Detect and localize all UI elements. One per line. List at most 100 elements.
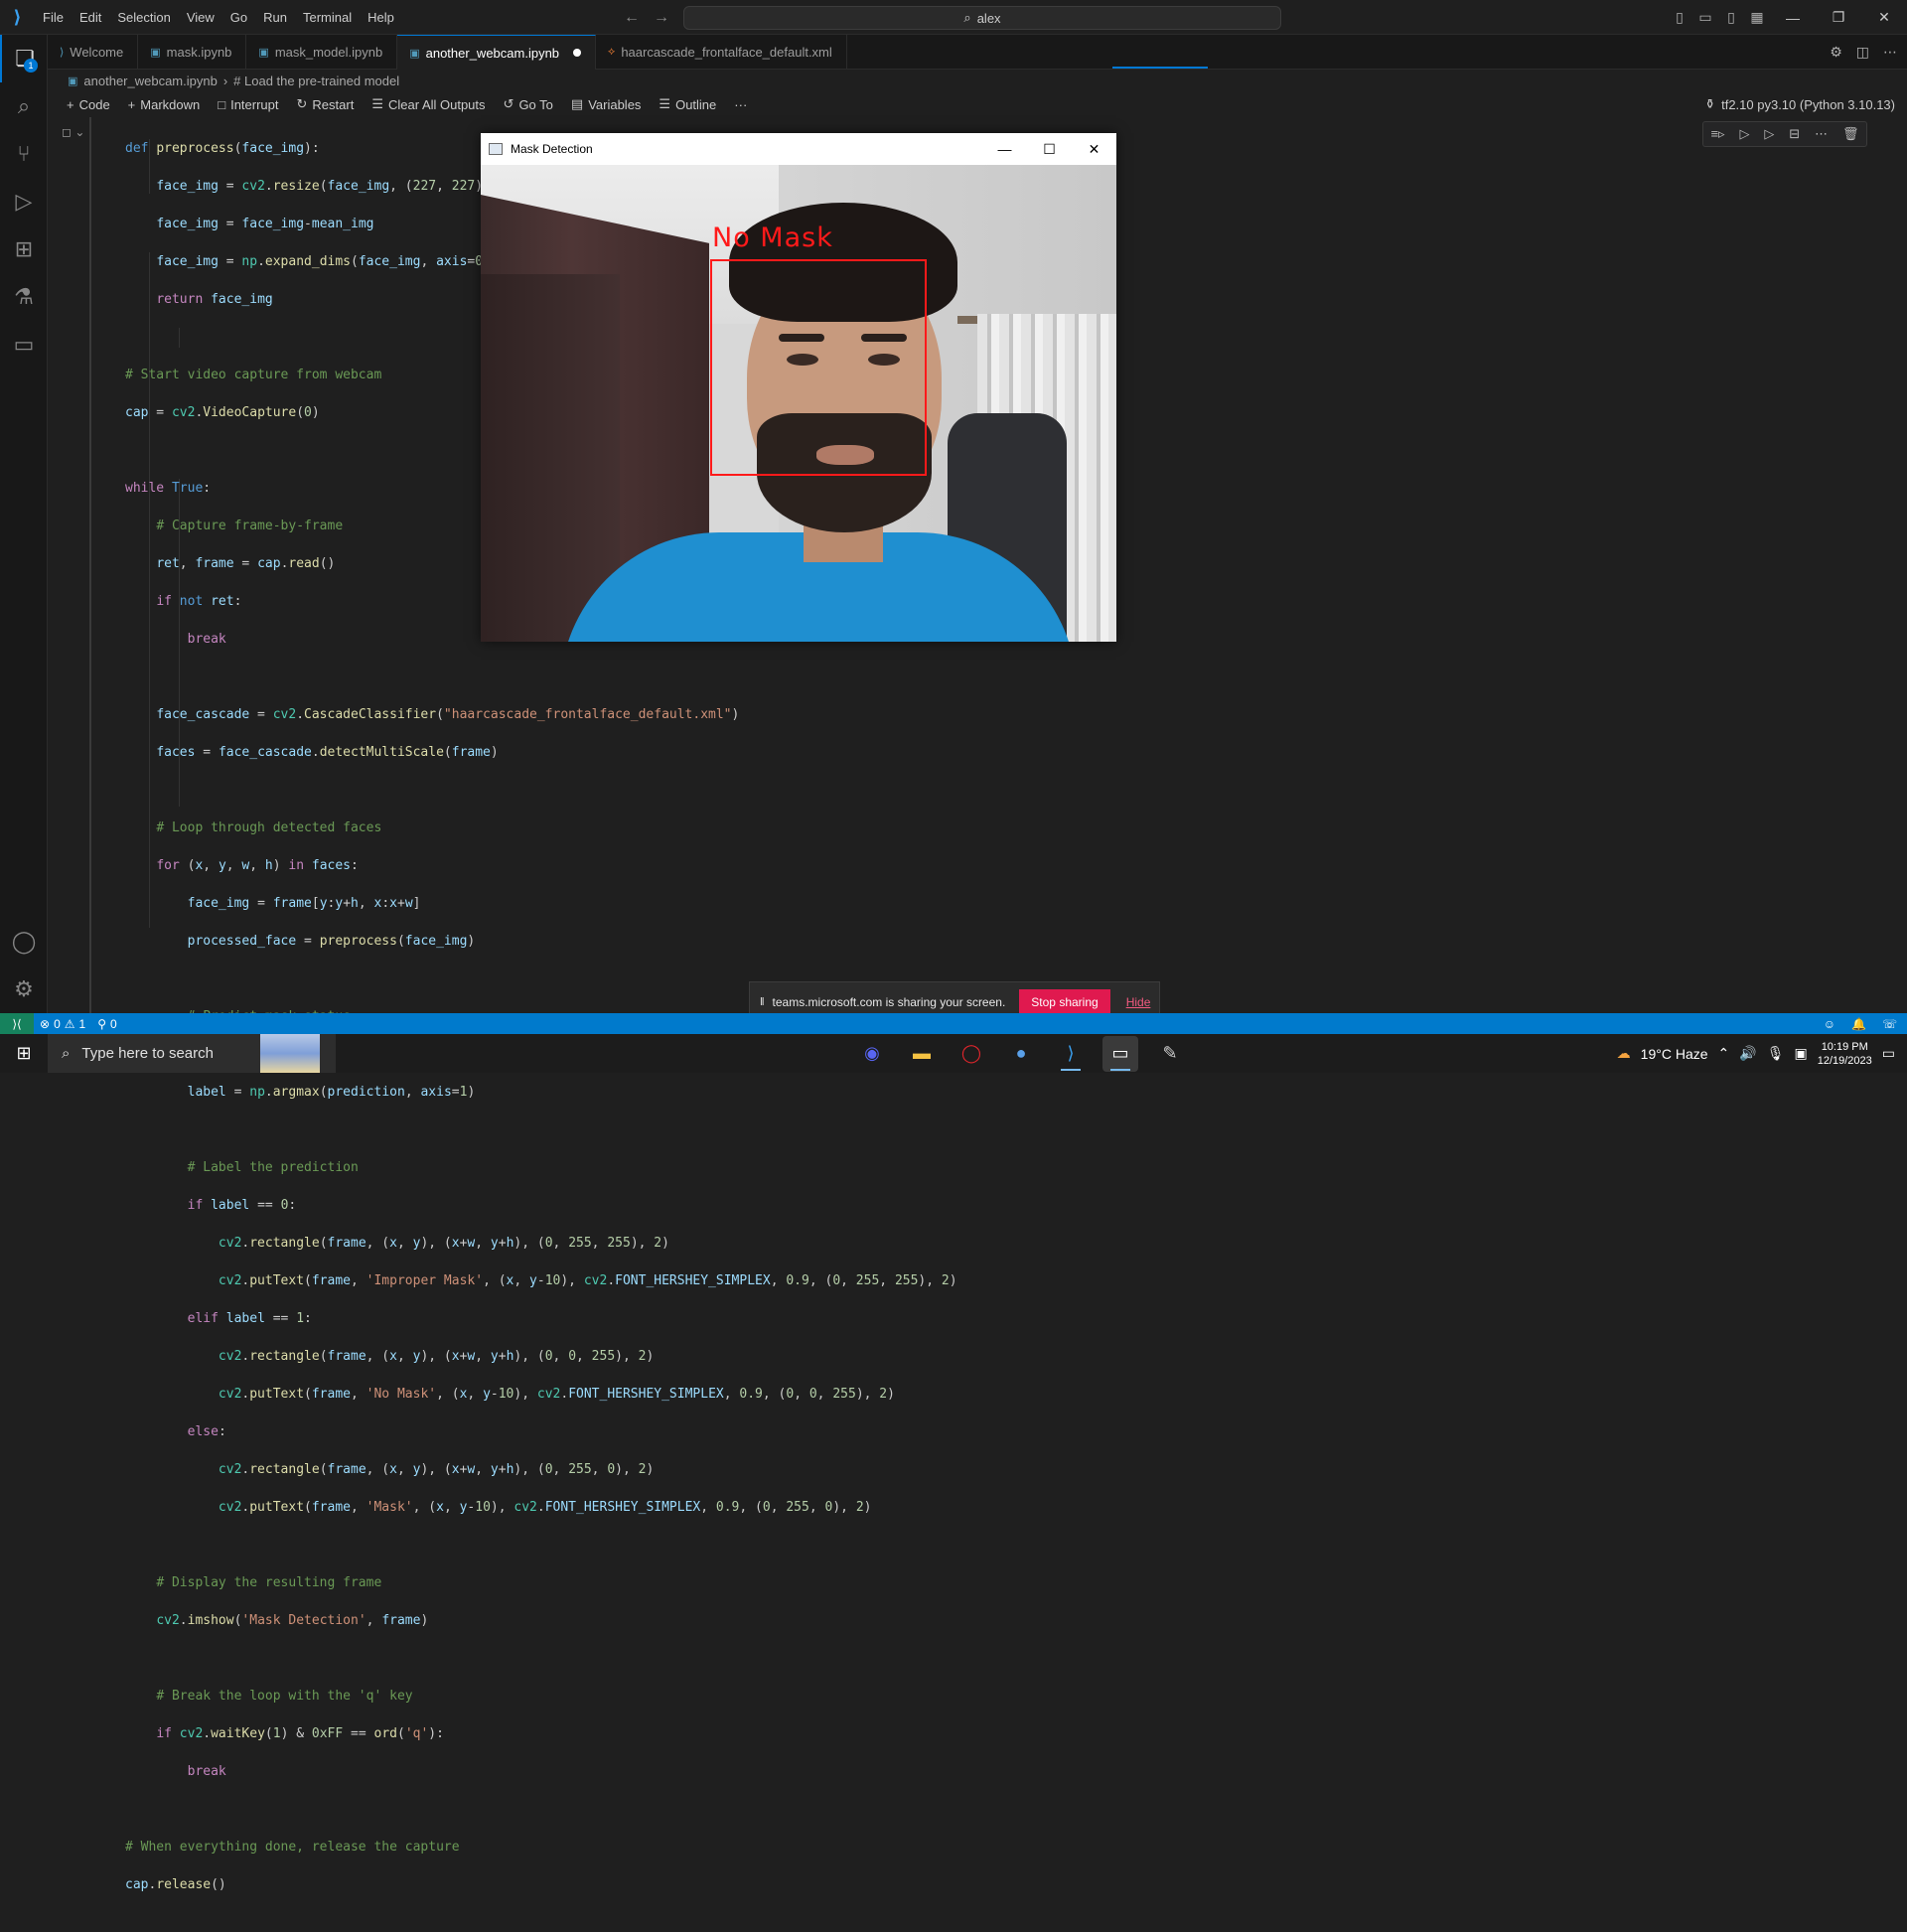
kernel-label: tf2.10 py3.10 (Python 3.10.13) bbox=[1721, 96, 1895, 112]
vscode-icon: ⟩ bbox=[60, 47, 65, 59]
tab-mask-model-ipynb[interactable]: ▣ mask_model.ipynb bbox=[246, 35, 398, 70]
taskbar-search[interactable]: ⌕ Type here to search bbox=[48, 1034, 336, 1073]
customize-layout-icon[interactable]: ▦ bbox=[1744, 0, 1770, 35]
restart-button[interactable]: ↻ Restart bbox=[288, 96, 364, 112]
tab-another-webcam-ipynb[interactable]: ▣ another_webcam.ipynb bbox=[397, 35, 597, 70]
toggle-primary-sidebar-icon[interactable]: ▯ bbox=[1667, 0, 1692, 35]
notification-center-icon[interactable]: ▭ bbox=[1882, 1045, 1895, 1062]
cell-focus-border bbox=[89, 117, 91, 1013]
menu-help[interactable]: Help bbox=[360, 0, 402, 35]
activity-bar-bottom: ◯ ⚙ bbox=[0, 918, 48, 1013]
kernel-picker[interactable]: ⚱ tf2.10 py3.10 (Python 3.10.13) bbox=[1704, 91, 1895, 117]
more-toolbar-button[interactable]: ··· bbox=[725, 97, 756, 112]
forward-arrow-icon[interactable]: → bbox=[654, 9, 669, 27]
interrupt-button[interactable]: □ Interrupt bbox=[209, 97, 287, 112]
weather-text[interactable]: 19°C Haze bbox=[1641, 1046, 1708, 1062]
breadcrumb-file[interactable]: another_webcam.ipynb bbox=[83, 74, 217, 88]
tab-mask-ipynb[interactable]: ▣ mask.ipynb bbox=[138, 35, 247, 70]
volume-icon[interactable]: 🔊 bbox=[1739, 1045, 1756, 1062]
search-view-icon[interactable]: ⌕ bbox=[0, 82, 48, 130]
clock-date: 12/19/2023 bbox=[1817, 1054, 1872, 1067]
menu-selection[interactable]: Selection bbox=[109, 0, 178, 35]
menu-file[interactable]: File bbox=[35, 0, 72, 35]
cell-toolbar: ≡▹ ▷ ▷ ⊟ ⋯ 🗑 bbox=[1702, 121, 1867, 147]
execute-below-icon[interactable]: ▷ bbox=[1764, 126, 1774, 142]
nav-arrows: ← → bbox=[624, 0, 669, 35]
close-window-icon[interactable]: ✕ bbox=[1861, 0, 1907, 35]
gear-icon[interactable]: ⚙ bbox=[1830, 44, 1842, 61]
menu-go[interactable]: Go bbox=[222, 0, 255, 35]
explorer-icon[interactable]: ❏ 1 bbox=[0, 35, 48, 82]
ports-indicator[interactable]: ⚲ 0 bbox=[91, 1017, 122, 1031]
more-actions-icon[interactable]: ⋯ bbox=[1883, 44, 1897, 61]
extensions-icon[interactable]: ⊞ bbox=[0, 225, 48, 273]
variables-button[interactable]: ▤ Variables bbox=[562, 96, 651, 112]
weather-icon[interactable]: ☁ bbox=[1617, 1045, 1631, 1062]
menu-terminal[interactable]: Terminal bbox=[295, 0, 360, 35]
breadcrumb: ▣ another_webcam.ipynb › # Load the pre-… bbox=[48, 70, 399, 91]
menu-edit[interactable]: Edit bbox=[72, 0, 109, 35]
go-to-button[interactable]: ↺ Go To bbox=[495, 96, 562, 112]
problems-indicator[interactable]: ⊗ 0 ⚠ 1 bbox=[34, 1017, 91, 1031]
menu-run[interactable]: Run bbox=[255, 0, 295, 35]
add-markdown-cell-button[interactable]: + Markdown bbox=[119, 97, 210, 112]
popup-minimize-icon[interactable]: — bbox=[982, 133, 1027, 165]
opera-icon[interactable]: ◯ bbox=[954, 1036, 989, 1072]
remote-explorer-icon[interactable]: ▭ bbox=[0, 321, 48, 369]
restart-label: Restart bbox=[312, 96, 355, 112]
split-cell-icon[interactable]: ⊟ bbox=[1789, 126, 1800, 142]
chevron-up-icon[interactable]: ⌃ bbox=[1718, 1045, 1730, 1062]
tab-welcome[interactable]: ⟩ Welcome bbox=[48, 35, 139, 70]
execute-above-icon[interactable]: ▷ bbox=[1739, 126, 1749, 142]
split-editor-icon[interactable]: ◫ bbox=[1856, 44, 1869, 61]
delete-cell-icon[interactable]: 🗑 bbox=[1842, 126, 1859, 142]
accounts-icon[interactable]: ◯ bbox=[0, 918, 48, 966]
breadcrumb-section[interactable]: # Load the pre-trained model bbox=[233, 74, 399, 88]
file-explorer-icon[interactable]: ▬ bbox=[904, 1036, 940, 1072]
outline-button[interactable]: ☰ Outline bbox=[650, 96, 725, 112]
stop-sharing-button[interactable]: Stop sharing bbox=[1019, 989, 1110, 1015]
network-icon[interactable]: ▣ bbox=[1794, 1045, 1807, 1062]
tab-label: Welcome bbox=[70, 45, 124, 60]
chevron-down-icon[interactable]: ⌄ bbox=[74, 125, 84, 139]
copilot-icon[interactable]: ☺ bbox=[1824, 1017, 1835, 1031]
hide-link[interactable]: Hide bbox=[1126, 995, 1151, 1009]
windows-start-icon[interactable]: ⊞ bbox=[0, 1034, 48, 1073]
python-window-icon[interactable]: ▭ bbox=[1102, 1035, 1138, 1072]
menu-view[interactable]: View bbox=[179, 0, 222, 35]
command-center-search[interactable]: ⌕ alex bbox=[683, 6, 1281, 30]
tab-haarcascade-xml[interactable]: ⟡ haarcascade_frontalface_default.xml bbox=[596, 35, 847, 70]
popup-close-icon[interactable]: ✕ bbox=[1072, 133, 1116, 165]
popup-maximize-icon[interactable]: ☐ bbox=[1027, 133, 1072, 165]
plus-icon: + bbox=[67, 96, 74, 112]
bell-icon[interactable]: 🔔 bbox=[1851, 1017, 1866, 1031]
cell-collapse-square-icon[interactable]: ◻ bbox=[62, 125, 72, 139]
unsaved-dot-icon[interactable] bbox=[573, 49, 582, 57]
source-control-icon[interactable]: ⑂ bbox=[0, 130, 48, 178]
more-cell-actions-icon[interactable]: ⋯ bbox=[1815, 126, 1828, 142]
warning-count: 1 bbox=[78, 1016, 86, 1031]
add-code-cell-button[interactable]: + Code bbox=[58, 97, 119, 112]
remote-indicator-icon[interactable]: ⟩⟨ bbox=[0, 1013, 34, 1034]
clear-outputs-button[interactable]: ☰ Clear All Outputs bbox=[363, 96, 494, 112]
restore-window-icon[interactable]: ❐ bbox=[1816, 0, 1861, 35]
toggle-panel-icon[interactable]: ▭ bbox=[1692, 0, 1718, 35]
drag-handle-icon[interactable]: ‖ bbox=[760, 996, 765, 1008]
back-arrow-icon[interactable]: ← bbox=[624, 9, 640, 27]
toggle-secondary-sidebar-icon[interactable]: ▯ bbox=[1718, 0, 1744, 35]
tab-label: another_webcam.ipynb bbox=[425, 45, 560, 61]
run-by-line-icon[interactable]: ≡▹ bbox=[1710, 126, 1724, 142]
feedback-icon[interactable]: ☏ bbox=[1882, 1017, 1897, 1031]
run-debug-icon[interactable]: ▷ bbox=[0, 178, 48, 225]
cell-gutter: ◻ ⌄ bbox=[62, 125, 84, 139]
minimize-window-icon[interactable]: — bbox=[1770, 0, 1816, 35]
qbittorrent-icon[interactable]: ● bbox=[1003, 1036, 1039, 1072]
clock[interactable]: 10:19 PM 12/19/2023 bbox=[1818, 1040, 1872, 1068]
python-feather-icon[interactable]: ✎ bbox=[1152, 1036, 1188, 1072]
vscode-taskbar-icon[interactable]: ⟩ bbox=[1053, 1036, 1089, 1072]
testing-icon[interactable]: ⚗ bbox=[0, 273, 48, 321]
tab-label: mask_model.ipynb bbox=[274, 45, 383, 60]
microphone-icon[interactable]: 🎙 bbox=[1767, 1045, 1785, 1062]
manage-gear-icon[interactable]: ⚙ bbox=[0, 966, 48, 1013]
discord-icon[interactable]: ◉ bbox=[854, 1036, 890, 1072]
